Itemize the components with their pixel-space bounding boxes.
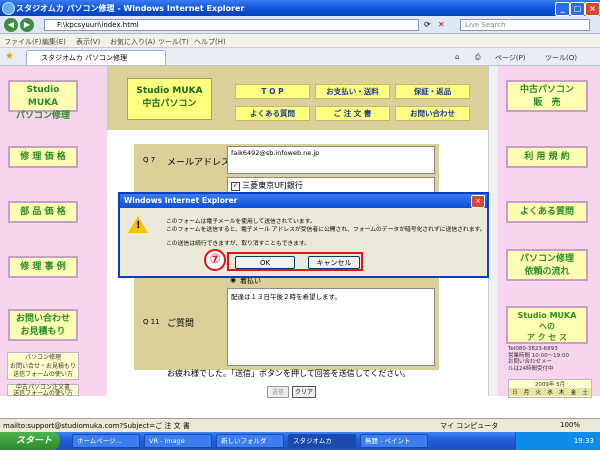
access-button[interactable]: Studio MUKA への ア ク セ ス bbox=[506, 306, 588, 344]
contact-estimate-button[interactable]: お問い合わせ お見積もり bbox=[8, 309, 78, 341]
calendar-head: 日 月 火 水 木 金 土 bbox=[509, 388, 591, 396]
question-textarea[interactable]: 配達は１３日午後２時を希望します。 bbox=[227, 288, 435, 366]
terms-button[interactable]: 利 用 規 約 bbox=[506, 146, 588, 168]
task-paint[interactable]: 無題 - ペイント bbox=[360, 434, 428, 448]
menu-file[interactable]: ファイル(F) bbox=[4, 37, 42, 47]
stop-icon[interactable]: ✕ bbox=[438, 20, 445, 29]
ok-highlight-box bbox=[227, 252, 363, 271]
bank-checkbox[interactable]: ✓ bbox=[231, 181, 240, 191]
task-vr-image[interactable]: VR - image bbox=[144, 434, 212, 448]
menu-tools[interactable]: ツール(T) bbox=[158, 37, 189, 47]
window-title: スタジオムカ パソコン修理 - Windows Internet Explore… bbox=[16, 4, 245, 13]
repair-price-button[interactable]: 修 理 価 格 bbox=[8, 146, 78, 168]
back-button[interactable]: ◀ bbox=[4, 18, 18, 32]
cal-sat: 土 bbox=[582, 390, 588, 396]
nav-top[interactable]: T O P bbox=[235, 84, 310, 99]
cal-thu: 木 bbox=[558, 390, 565, 396]
menu-favorites[interactable]: お気に入り(A) bbox=[110, 37, 155, 47]
search-input[interactable]: Live Search bbox=[460, 19, 590, 31]
cal-fri: 金 bbox=[570, 390, 577, 396]
favorites-star-icon[interactable]: ★ bbox=[5, 51, 14, 62]
contact-info: Tel080-3823-6893 営業時間 10:00～19:00 お問い合わせ… bbox=[508, 346, 588, 372]
system-tray: 19:33 bbox=[515, 432, 600, 450]
brand-repair-button[interactable]: Studio MUKA パソコン修理 bbox=[8, 80, 78, 121]
tab-studio-muka[interactable]: スタジオムカ パソコン修理 bbox=[26, 50, 166, 65]
q11-number: Q 11 bbox=[143, 318, 160, 326]
dialog-close-button[interactable]: × bbox=[471, 195, 485, 208]
address-bar-row: ◀ ▶ F:\kpcsyuuri\index.html ⟳ ✕ Live Sea… bbox=[0, 16, 600, 34]
calendar: 2009年 5月 日 月 火 水 木 金 土 bbox=[508, 379, 592, 398]
step-marker: ⑦ bbox=[204, 249, 226, 271]
q11-title: ご質問 bbox=[167, 319, 195, 329]
task-homepage[interactable]: ホームページ... bbox=[72, 434, 140, 448]
dialog-line-2: このフォームを送信すると、電子メール アドレスが受信者に公開され、フォームのデー… bbox=[166, 227, 486, 233]
nav-warranty-returns[interactable]: 保証・返品 bbox=[395, 84, 470, 99]
address-input[interactable]: F:\kpcsyuuri\index.html bbox=[44, 19, 419, 31]
status-zoom[interactable]: 100% bbox=[560, 421, 580, 429]
right-sidebar: 中古パソコン 販 売 利 用 規 約 よくある質問 パソコン修理 依頼の流れ S… bbox=[498, 66, 600, 398]
window-title-bar: スタジオムカ パソコン修理 - Windows Internet Explore… bbox=[0, 0, 600, 16]
ie-icon bbox=[2, 2, 15, 15]
repair-cases-button[interactable]: 修 理 事 例 bbox=[8, 256, 78, 278]
site-logo: Studio MUKA 中古パソコン bbox=[127, 78, 212, 120]
repair-flow-button[interactable]: パソコン修理 依頼の流れ bbox=[506, 249, 588, 281]
status-zone: マイ コンピュータ bbox=[440, 422, 499, 430]
menu-bar: ファイル(F) 編集(E) 表示(V) お気に入り(A) ツール(T) ヘルプ(… bbox=[0, 34, 600, 48]
nav-contact[interactable]: お問い合わせ bbox=[395, 106, 470, 121]
start-button[interactable]: スタート bbox=[0, 432, 60, 450]
taskbar: スタート ホームページ... VR - image 新しいフォルダ スタジオムカ… bbox=[0, 432, 600, 450]
repair-form-howto-link[interactable]: パソコン修理 お問い合せ・お見積もり 送信フォームの使い方 bbox=[7, 352, 79, 380]
menu-edit[interactable]: 編集(E) bbox=[42, 37, 66, 47]
nav-order-form[interactable]: ご 注 文 書 bbox=[315, 106, 390, 121]
cal-mon: 月 bbox=[523, 390, 530, 396]
q7-title: メールアドレス bbox=[167, 158, 231, 168]
home-icon[interactable]: ⌂ bbox=[455, 53, 459, 61]
dialog-line-3: この送信は続行できますが、取り消すこともできます。 bbox=[166, 241, 310, 247]
task-new-folder[interactable]: 新しいフォルダ bbox=[216, 434, 284, 448]
menu-view[interactable]: 表示(V) bbox=[76, 37, 100, 47]
cal-sun: 日 bbox=[512, 390, 518, 396]
email-field[interactable]: faik6492@sb.infoweb.ne.jp bbox=[227, 146, 435, 174]
left-sidebar: Studio MUKA パソコン修理 修 理 価 格 部 品 価 格 修 理 事… bbox=[0, 66, 107, 397]
nav-payment-shipping[interactable]: お支払い・送料 bbox=[315, 84, 390, 99]
bank-option-label: 三菱東京UFJ銀行 bbox=[242, 181, 303, 190]
page-menu[interactable]: ページ(P) bbox=[495, 53, 526, 63]
used-pc-sales-button[interactable]: 中古パソコン 販 売 bbox=[506, 80, 588, 112]
faq-button[interactable]: よくある質問 bbox=[506, 201, 588, 223]
refresh-icon[interactable]: ⟳ bbox=[424, 20, 431, 29]
site-header: Studio MUKA 中古パソコン T O P お支払い・送料 保証・返品 よ… bbox=[107, 66, 495, 130]
maximize-button[interactable]: □ bbox=[570, 2, 585, 16]
minimize-button[interactable]: _ bbox=[555, 2, 570, 16]
task-studio-muka[interactable]: スタジオムカ bbox=[288, 434, 356, 448]
confirm-dialog: Windows Internet Explorer × ! このフォームは電子メ… bbox=[118, 192, 489, 278]
q7-number: Q 7 bbox=[143, 156, 156, 164]
warning-mark: ! bbox=[136, 220, 141, 231]
nav-faq[interactable]: よくある質問 bbox=[235, 106, 310, 121]
contact-mail-2: ルは24時間受付中 bbox=[508, 365, 554, 372]
order-form-howto-link[interactable]: 中古パソコン注文書 送信フォームの使い方 bbox=[7, 384, 79, 397]
submit-notice: お疲れ様でした。「送信」ボタンを押して回答を送信してください。 bbox=[167, 369, 411, 378]
question-text: 配達は１３日午後２時を希望します。 bbox=[231, 293, 341, 301]
parts-price-button[interactable]: 部 品 価 格 bbox=[8, 201, 78, 223]
dialog-title: Windows Internet Explorer bbox=[120, 194, 487, 208]
calendar-title: 2009年 5月 bbox=[534, 382, 566, 388]
cal-tue: 火 bbox=[535, 390, 542, 396]
print-icon[interactable]: ⎙ bbox=[475, 53, 481, 62]
status-url: mailto:support@studiomuka.com?Subject=ご … bbox=[3, 422, 190, 430]
send-button[interactable]: 送信 bbox=[267, 386, 289, 398]
clock: 19:33 bbox=[573, 437, 594, 445]
clear-button[interactable]: クリア bbox=[292, 386, 316, 398]
status-bar: mailto:support@studiomuka.com?Subject=ご … bbox=[0, 418, 600, 432]
close-button[interactable]: × bbox=[585, 2, 600, 16]
tools-menu[interactable]: ツール(O) bbox=[545, 53, 577, 63]
forward-button[interactable]: ▶ bbox=[20, 18, 34, 32]
tab-bar: ★ スタジオムカ パソコン修理 ⌂ ⎙ ページ(P) ツール(O) bbox=[0, 48, 600, 66]
menu-help[interactable]: ヘルプ(H) bbox=[194, 37, 226, 47]
cal-wed: 水 bbox=[547, 390, 553, 396]
